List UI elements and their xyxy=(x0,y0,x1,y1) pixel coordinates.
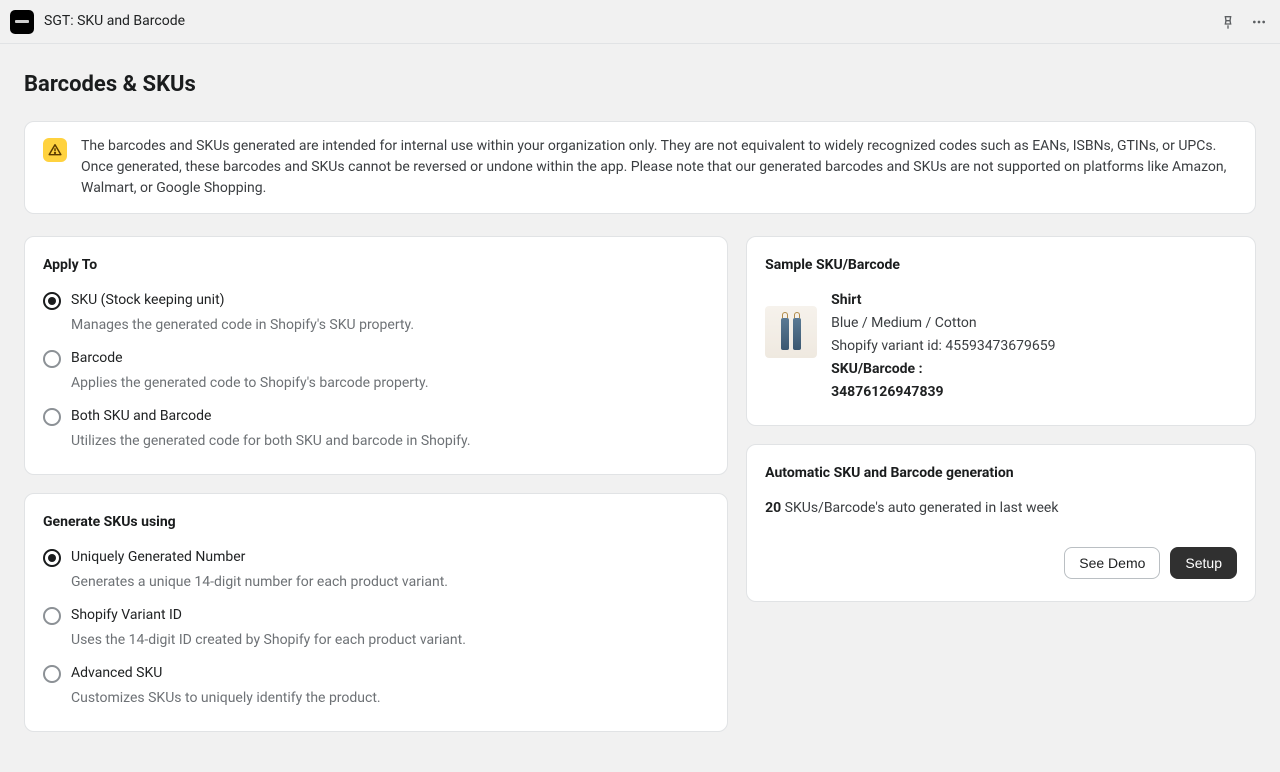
sample-sku-label: SKU/Barcode : xyxy=(831,359,1055,380)
sample-product-title: Shirt xyxy=(831,290,1055,311)
col-left: Apply To SKU (Stock keeping unit) Manage… xyxy=(24,236,728,732)
sample-row: Shirt Blue / Medium / Cotton Shopify var… xyxy=(765,290,1237,403)
auto-gen-text: 20 SKUs/Barcode's auto generated in last… xyxy=(765,498,1237,519)
apply-to-option-both[interactable]: Both SKU and Barcode xyxy=(43,406,709,427)
auto-gen-card: Automatic SKU and Barcode generation 20 … xyxy=(746,444,1256,602)
see-demo-button[interactable]: See Demo xyxy=(1064,547,1160,579)
radio-icon[interactable] xyxy=(43,408,61,426)
gen-option-variantid[interactable]: Shopify Variant ID xyxy=(43,605,709,626)
product-thumbnail xyxy=(765,306,817,358)
auto-gen-rest: SKUs/Barcode's auto generated in last we… xyxy=(781,500,1058,516)
generate-using-card: Generate SKUs using Uniquely Generated N… xyxy=(24,493,728,732)
option-desc: Generates a unique 14-digit number for e… xyxy=(71,572,709,593)
option-label: Uniquely Generated Number xyxy=(71,547,245,568)
page: Barcodes & SKUs The barcodes and SKUs ge… xyxy=(0,44,1280,772)
radio-icon[interactable] xyxy=(43,607,61,625)
apply-to-option-barcode[interactable]: Barcode xyxy=(43,348,709,369)
warning-banner: The barcodes and SKUs generated are inte… xyxy=(24,121,1256,214)
option-label: Barcode xyxy=(71,348,123,369)
radio-icon[interactable] xyxy=(43,292,61,310)
app-icon xyxy=(10,10,34,34)
warning-icon xyxy=(43,138,67,162)
auto-gen-count: 20 xyxy=(765,500,781,516)
sample-title: Sample SKU/Barcode xyxy=(765,255,1237,276)
apply-to-option-sku[interactable]: SKU (Stock keeping unit) xyxy=(43,290,709,311)
sample-variant-id: Shopify variant id: 45593473679659 xyxy=(831,336,1055,357)
gen-option-unique[interactable]: Uniquely Generated Number xyxy=(43,547,709,568)
option-desc: Utilizes the generated code for both SKU… xyxy=(71,431,709,452)
gen-option-advanced[interactable]: Advanced SKU xyxy=(43,663,709,684)
sample-lines: Shirt Blue / Medium / Cotton Shopify var… xyxy=(831,290,1055,403)
option-desc: Uses the 14-digit ID created by Shopify … xyxy=(71,630,709,651)
app-title: SGT: SKU and Barcode xyxy=(44,11,185,32)
option-desc: Customizes SKUs to uniquely identify the… xyxy=(71,688,709,709)
apply-to-title: Apply To xyxy=(43,255,709,276)
topbar: SGT: SKU and Barcode xyxy=(0,0,1280,44)
option-desc: Applies the generated code to Shopify's … xyxy=(71,373,709,394)
warning-text: The barcodes and SKUs generated are inte… xyxy=(81,136,1237,199)
sample-variant-line: Blue / Medium / Cotton xyxy=(831,313,1055,334)
topbar-left: SGT: SKU and Barcode xyxy=(10,10,185,34)
columns: Apply To SKU (Stock keeping unit) Manage… xyxy=(24,236,1256,732)
col-right: Sample SKU/Barcode Shirt Blue / Medium /… xyxy=(746,236,1256,602)
radio-icon[interactable] xyxy=(43,350,61,368)
pin-icon[interactable] xyxy=(1220,14,1236,30)
option-desc: Manages the generated code in Shopify's … xyxy=(71,315,709,336)
generate-using-title: Generate SKUs using xyxy=(43,512,709,533)
auto-gen-title: Automatic SKU and Barcode generation xyxy=(765,463,1237,484)
option-label: SKU (Stock keeping unit) xyxy=(71,290,225,311)
radio-icon[interactable] xyxy=(43,549,61,567)
option-label: Shopify Variant ID xyxy=(71,605,182,626)
setup-button[interactable]: Setup xyxy=(1170,547,1237,579)
option-label: Both SKU and Barcode xyxy=(71,406,211,427)
topbar-right xyxy=(1220,14,1270,30)
apply-to-card: Apply To SKU (Stock keeping unit) Manage… xyxy=(24,236,728,475)
sample-card: Sample SKU/Barcode Shirt Blue / Medium /… xyxy=(746,236,1256,426)
more-icon[interactable] xyxy=(1250,14,1268,30)
auto-gen-actions: See Demo Setup xyxy=(765,547,1237,579)
sample-sku-value: 34876126947839 xyxy=(831,382,1055,403)
option-label: Advanced SKU xyxy=(71,663,162,684)
page-title: Barcodes & SKUs xyxy=(24,68,1256,101)
radio-icon[interactable] xyxy=(43,665,61,683)
